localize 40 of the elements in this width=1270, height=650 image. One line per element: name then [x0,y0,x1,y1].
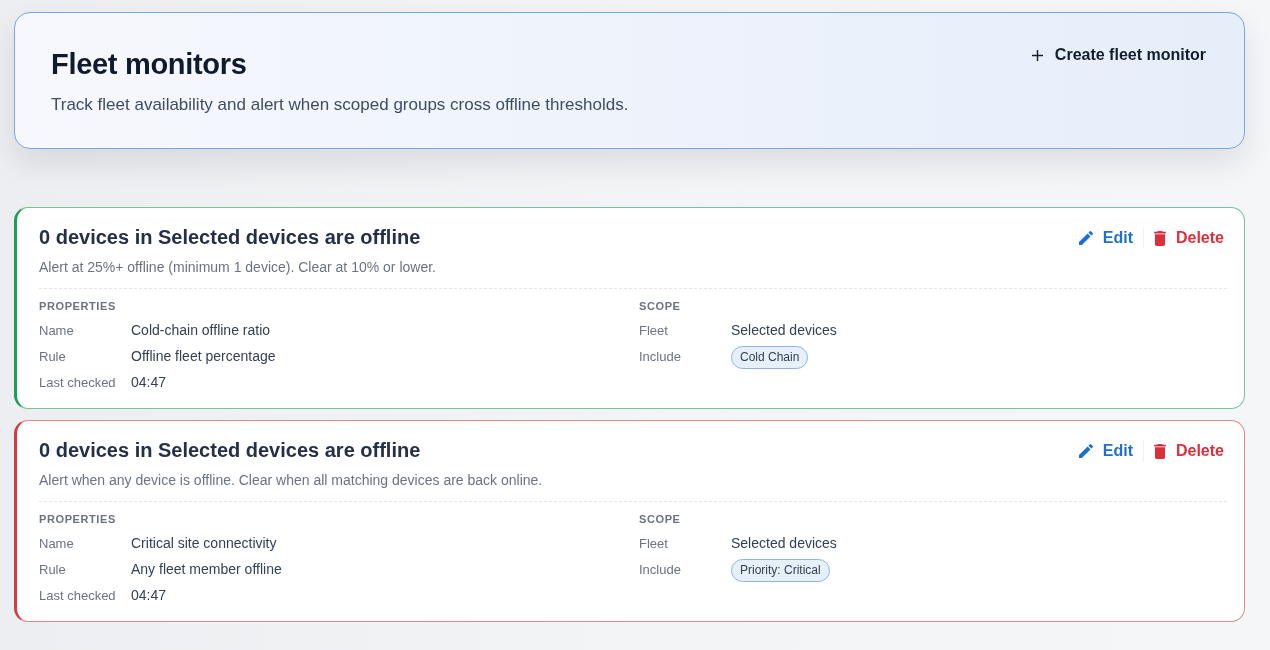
edit-button[interactable]: Edit [1074,224,1137,252]
field-label: Include [639,348,682,366]
trash-icon [1153,443,1166,459]
section-heading: PROPERTIES [39,299,117,314]
field-value: Selected devices [731,534,837,553]
section-heading: SCOPE [639,299,682,314]
create-monitor-button[interactable]: Create fleet monitor [1023,37,1214,73]
field-label: Fleet [639,322,669,340]
page-title: Fleet monitors [51,47,248,82]
scope-tag: Cold Chain [731,346,809,369]
monitor-title: 0 devices in Selected devices are offline [39,438,422,463]
field-value: Any fleet member offline [131,560,282,579]
monitor-description: Alert when any device is offline. Clear when all matching devices are back online. [39,471,543,490]
trash-icon [1153,230,1166,246]
delete-button[interactable]: Delete [1149,437,1228,465]
pencil-icon [1078,444,1093,458]
monitor-description: Alert at 25%+ offline (minimum 1 device). Clear at 10% or lower. [39,258,436,277]
field-label: Rule [39,561,67,579]
pencil-icon [1078,231,1093,245]
field-value: Cold-chain offline ratio [131,321,271,340]
delete-button[interactable]: Delete [1149,224,1228,252]
field-label: Rule [39,348,67,366]
field-label: Include [639,561,682,579]
section-heading: SCOPE [639,512,682,527]
monitor-title: 0 devices in Selected devices are offline [39,225,422,250]
field-label: Last checked [39,374,117,392]
plus-icon [1031,49,1043,61]
field-label: Name [39,535,75,553]
field-label: Last checked [39,587,117,605]
field-value: Selected devices [731,321,837,340]
page-subtitle: Track fleet availability and alert when scoped groups cross offline thresholds. [51,94,629,116]
section-heading: PROPERTIES [39,512,117,527]
field-value: 04:47 [131,373,167,392]
field-value: Offline fleet percentage [131,347,276,366]
edit-button[interactable]: Edit [1074,437,1137,465]
field-value: Critical site connectivity [131,534,277,553]
field-label: Name [39,322,75,340]
field-label: Fleet [639,535,669,553]
field-value: 04:47 [131,586,167,605]
scope-tag: Priority: Critical [731,559,830,582]
